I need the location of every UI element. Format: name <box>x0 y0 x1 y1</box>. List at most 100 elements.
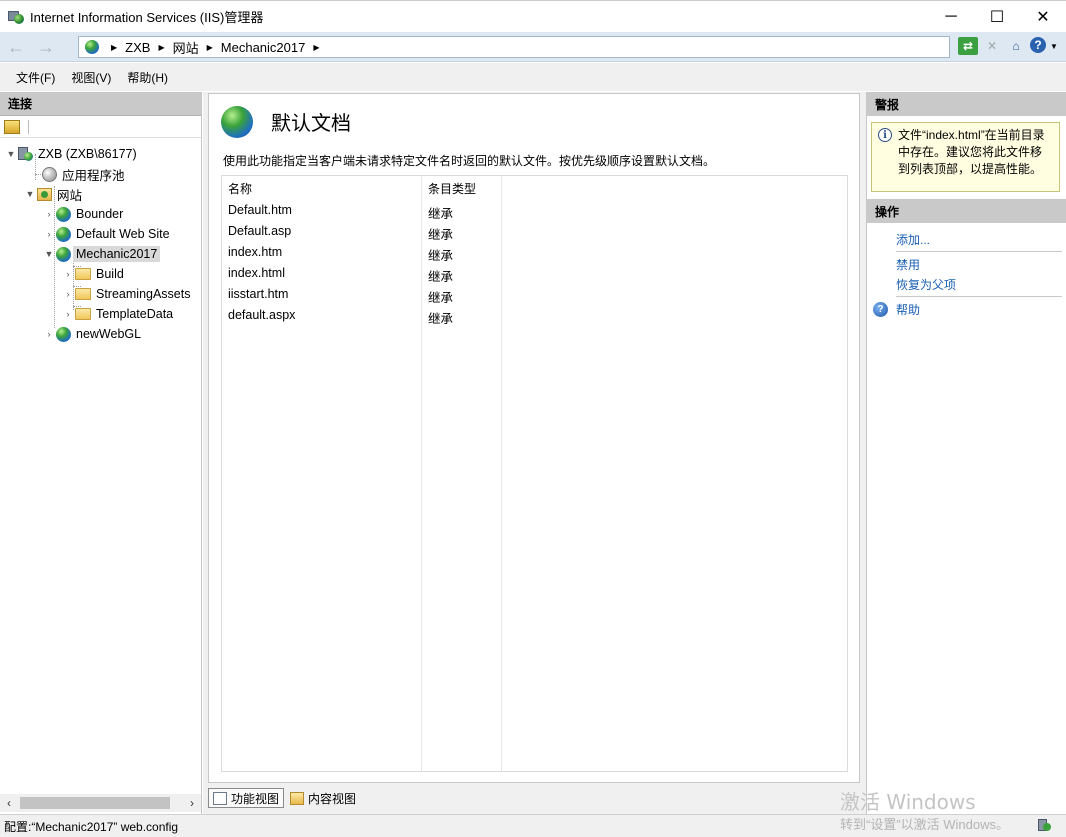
chevron-left-icon[interactable]: ‹ <box>0 796 18 810</box>
app-pool-icon <box>42 166 57 182</box>
chevron-right-icon[interactable]: › <box>183 796 201 810</box>
status-text: 配置:“Mechanic2017” web.config <box>4 819 179 834</box>
refresh-icon[interactable]: ⇄ <box>958 37 978 55</box>
tree-item-label: Default Web Site <box>76 227 170 241</box>
view-tabs: 功能视图 内容视图 <box>208 786 362 810</box>
list-rows: Default.htm 继承 Default.asp 继承 index.htm … <box>222 200 847 326</box>
document-name: index.htm <box>228 245 283 259</box>
document-name: Default.htm <box>228 203 292 217</box>
breadcrumb-server[interactable]: ZXB <box>125 40 150 55</box>
entry-type: 继承 <box>428 291 454 305</box>
action-separator <box>896 296 1062 297</box>
tab-label: 功能视图 <box>231 791 280 806</box>
tree-item-bounder[interactable]: › Bounder <box>0 204 201 224</box>
chevron-right-icon[interactable]: › <box>61 269 75 279</box>
tree-item-label: StreamingAssets <box>96 287 191 301</box>
chevron-right-icon[interactable]: ▶ <box>313 43 319 52</box>
help-icon[interactable]: ? <box>1030 37 1046 53</box>
add-action-link[interactable]: 添加... <box>867 229 1066 249</box>
stop-icon[interactable]: ✕ <box>982 37 1002 55</box>
chevron-right-icon[interactable]: › <box>61 309 75 319</box>
chevron-right-icon[interactable]: ▶ <box>207 43 213 52</box>
minimize-button[interactable]: ─ <box>928 1 974 33</box>
chevron-right-icon[interactable]: ▶ <box>111 43 117 52</box>
tree-item-label: ZXB (ZXB\86177) <box>38 147 137 161</box>
content-view-icon <box>290 791 305 805</box>
revert-to-parent-link[interactable]: 恢复为父项 <box>867 274 1066 294</box>
column-header-type[interactable]: 条目类型 <box>428 180 476 197</box>
list-item[interactable]: index.html 继承 <box>222 263 847 284</box>
home-icon[interactable]: ⌂ <box>1006 37 1026 55</box>
disable-action-link[interactable]: 禁用 <box>867 254 1066 274</box>
alert-message-box: i 文件“index.html”在当前目录中存在。建议您将此文件移到列表顶部，以… <box>871 122 1060 192</box>
tab-content-view[interactable]: 内容视图 <box>286 788 360 808</box>
tree-item-templatedata[interactable]: › TemplateData <box>0 304 201 324</box>
alert-message: 文件“index.html”在当前目录中存在。建议您将此文件移到列表顶部，以提高… <box>898 128 1045 176</box>
chevron-down-icon[interactable]: ▼ <box>23 189 37 199</box>
column-header-name[interactable]: 名称 <box>228 180 252 197</box>
server-icon <box>18 147 33 161</box>
globe-icon <box>56 246 71 262</box>
connect-icon[interactable] <box>4 119 20 134</box>
connections-tree: ▼ ZXB (ZXB\86177) 应用程序池 ▼ 网站 › Bounder ›… <box>0 138 201 344</box>
tree-item-sites[interactable]: ▼ 网站 <box>0 184 201 204</box>
chevron-right-icon[interactable]: › <box>42 329 56 339</box>
features-view-icon <box>213 791 227 805</box>
sites-folder-icon <box>37 187 52 201</box>
menu-view[interactable]: 视图(V) <box>69 67 113 88</box>
tree-item-label: Build <box>96 267 124 281</box>
back-button[interactable]: ← <box>4 36 28 58</box>
breadcrumb-sites[interactable]: 网站 <box>173 38 199 57</box>
scrollbar-thumb[interactable] <box>20 797 170 809</box>
tab-label: 内容视图 <box>308 791 357 806</box>
entry-type: 继承 <box>428 207 454 221</box>
feature-page: 默认文档 使用此功能指定当客户端未请求特定文件名时返回的默认文件。按优先级顺序设… <box>208 93 860 783</box>
window-controls: ─ ☐ ✕ <box>928 1 1066 33</box>
chevron-down-icon[interactable]: ▼ <box>42 249 56 259</box>
list-item[interactable]: iisstart.htm 继承 <box>222 284 847 305</box>
menu-help[interactable]: 帮助(H) <box>125 67 170 88</box>
list-item[interactable]: default.aspx 继承 <box>222 305 847 326</box>
list-item[interactable]: index.htm 继承 <box>222 242 847 263</box>
actions-header: 操作 <box>867 199 1066 223</box>
tree-item-app-pools[interactable]: 应用程序池 <box>0 164 201 184</box>
chevron-down-icon[interactable]: ▼ <box>1050 37 1058 55</box>
maximize-button[interactable]: ☐ <box>974 1 1020 33</box>
default-document-list: 名称 条目类型 Default.htm 继承 Default.asp 继承 in… <box>221 175 848 772</box>
chevron-down-icon[interactable]: ▼ <box>4 149 18 159</box>
tree-item-newwebgl[interactable]: › newWebGL <box>0 324 201 344</box>
tree-item-server[interactable]: ▼ ZXB (ZXB\86177) <box>0 144 201 164</box>
address-bar: ← → ▶ ZXB ▶ 网站 ▶ Mechanic2017 ▶ ⇄ ✕ ⌂ ? … <box>0 32 1066 62</box>
toolbar-separator <box>28 119 29 134</box>
chevron-right-icon[interactable]: › <box>42 229 56 239</box>
list-item[interactable]: Default.asp 继承 <box>222 221 847 242</box>
chevron-right-icon[interactable]: › <box>42 209 56 219</box>
help-action-link[interactable]: ? 帮助 <box>867 299 1066 319</box>
list-item[interactable]: Default.htm 继承 <box>222 200 847 221</box>
page-description: 使用此功能指定当客户端未请求特定文件名时返回的默认文件。按优先级顺序设置默认文档… <box>223 154 716 168</box>
help-icon: ? <box>873 301 888 317</box>
tab-features-view[interactable]: 功能视图 <box>208 788 285 808</box>
tree-item-build[interactable]: › Build <box>0 264 201 284</box>
entry-type: 继承 <box>428 228 454 242</box>
breadcrumb[interactable]: ▶ ZXB ▶ 网站 ▶ Mechanic2017 ▶ <box>78 36 950 58</box>
globe-icon <box>85 40 99 54</box>
menu-file[interactable]: 文件(F) <box>14 67 57 88</box>
main-content: 默认文档 使用此功能指定当客户端未请求特定文件名时返回的默认文件。按优先级顺序设… <box>203 92 866 814</box>
tree-item-mechanic2017[interactable]: ▼ Mechanic2017 <box>0 244 201 264</box>
tree-item-default-web-site[interactable]: › Default Web Site <box>0 224 201 244</box>
horizontal-scrollbar[interactable]: ‹ › <box>0 794 201 812</box>
tree-item-label: TemplateData <box>96 307 174 321</box>
chevron-right-icon[interactable]: ▶ <box>158 43 164 52</box>
document-name: iisstart.htm <box>228 287 289 301</box>
tree-item-label: 网站 <box>57 188 83 203</box>
info-icon: i <box>878 128 892 142</box>
title-bar: Internet Information Services (IIS)管理器 ─… <box>0 0 1066 32</box>
folder-icon <box>75 308 91 320</box>
close-button[interactable]: ✕ <box>1020 1 1066 33</box>
chevron-right-icon[interactable]: › <box>61 289 75 299</box>
breadcrumb-site[interactable]: Mechanic2017 <box>221 40 306 55</box>
iis-app-icon <box>8 9 24 25</box>
forward-button[interactable]: → <box>34 36 58 58</box>
tree-item-streamingassets[interactable]: › StreamingAssets <box>0 284 201 304</box>
